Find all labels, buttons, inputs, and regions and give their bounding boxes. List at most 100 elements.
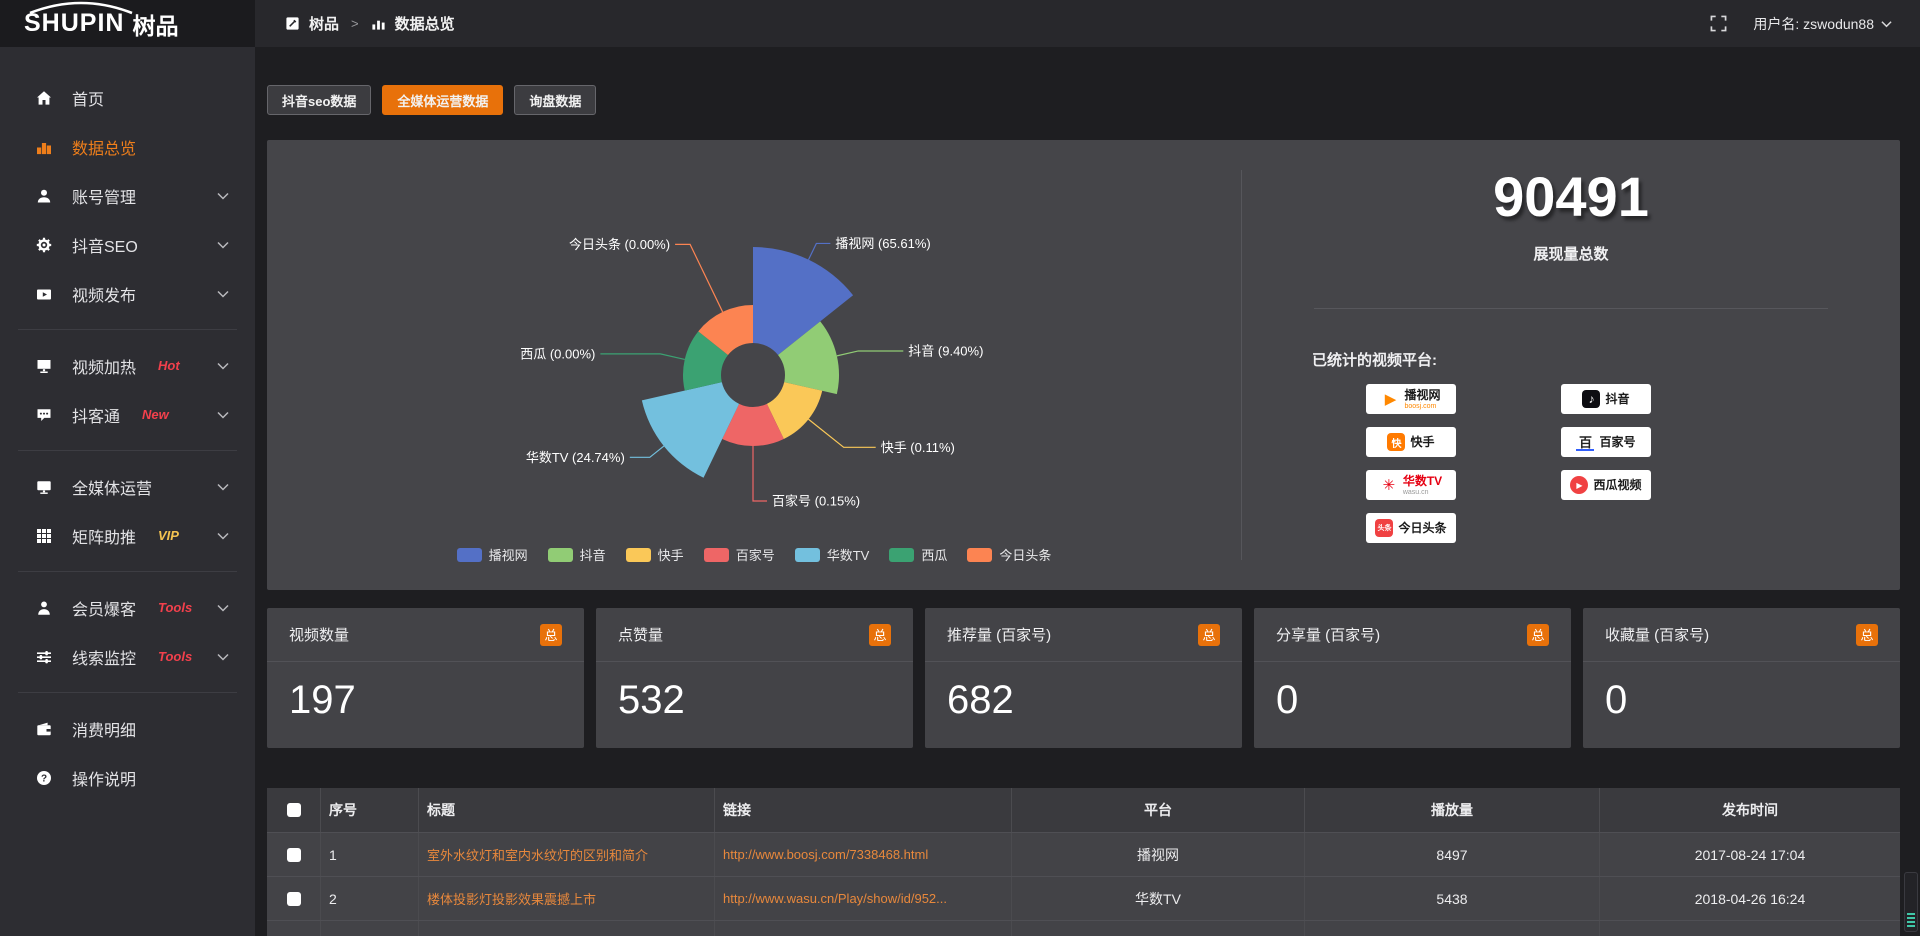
cell-url-link[interactable]: http://www.boosj.com/7338468.html <box>715 833 1012 876</box>
user-icon <box>36 188 52 204</box>
stat-card-4: 收藏量 (百家号)总0 <box>1583 608 1900 748</box>
stat-card-1: 点赞量总532 <box>596 608 913 748</box>
wasu-logo-icon: ✳ <box>1380 476 1398 494</box>
sidebar-item-0[interactable]: 首页 <box>0 73 255 122</box>
legend-item-1[interactable]: 抖音 <box>548 545 606 564</box>
sidebar-item-1[interactable]: 数据总览 <box>0 122 255 171</box>
cell-title-link[interactable]: 楼体投影灯投影效果震撼上市 <box>419 877 715 920</box>
tab-1[interactable]: 全媒体运营数据 <box>382 85 503 115</box>
chevron-down-icon <box>217 604 229 612</box>
pie-slice-4[interactable] <box>642 382 739 478</box>
sidebar-item-3[interactable]: 抖音SEO <box>0 220 255 269</box>
sidebar-item-7[interactable]: 全媒体运营 <box>0 462 255 511</box>
svg-text:?: ? <box>41 773 47 784</box>
legend-item-0[interactable]: 播视网 <box>457 545 528 564</box>
sidebar-item-8[interactable]: 矩阵助推VIP <box>0 511 255 560</box>
chevron-down-icon <box>217 483 229 491</box>
stat-card-title: 点赞量 <box>618 624 663 645</box>
pie-label-line <box>675 244 723 312</box>
sidebar-divider <box>18 329 237 330</box>
stat-card-value: 197 <box>267 662 584 723</box>
stat-card-title: 视频数量 <box>289 624 349 645</box>
column-header-4: 播放量 <box>1305 788 1600 832</box>
stat-card-title: 收藏量 (百家号) <box>1605 624 1709 645</box>
topbar-right: 用户名: zswodun88 <box>1710 14 1920 34</box>
sidebar-item-4[interactable]: 视频发布 <box>0 269 255 318</box>
legend-item-4[interactable]: 华数TV <box>795 545 870 564</box>
sidebar-item-5[interactable]: 视频加热Hot <box>0 341 255 390</box>
tab-bar: 抖音seo数据全媒体运营数据询盘数据 <box>267 85 1900 115</box>
summary-divider <box>1314 308 1827 309</box>
sidebar-badge-new: New <box>142 407 169 422</box>
sliders-icon <box>36 649 52 665</box>
cell-url-link[interactable]: http://www.wasu.cn/Play/show/id/952... <box>715 877 1012 920</box>
legend-item-6[interactable]: 今日头条 <box>967 545 1051 564</box>
stat-card-title: 分享量 (百家号) <box>1276 624 1380 645</box>
sidebar-badge-tools: Tools <box>158 600 192 615</box>
cell-time: 2017-08-24 17:04 <box>1600 833 1900 876</box>
table-header-row: 序号标题链接平台播放量发布时间 <box>267 788 1900 832</box>
sidebar-item-12[interactable]: ?操作说明 <box>0 753 255 802</box>
pie-label-line <box>837 351 903 356</box>
baijiahao-logo-icon: 百 <box>1576 433 1594 451</box>
platform-badge-toutiao: 头条今日头条 <box>1366 513 1456 543</box>
pie-label: 西瓜 (0.00%) <box>520 346 595 361</box>
chart-legend: 播视网 抖音 快手 百家号 华数TV 西瓜 今日头条 <box>267 545 1241 564</box>
row-checkbox[interactable] <box>287 892 301 906</box>
floating-widget[interactable] <box>1904 872 1918 932</box>
cell-plays: 5438 <box>1305 877 1600 920</box>
stat-card-value: 0 <box>1254 662 1571 723</box>
sidebar-item-2[interactable]: 账号管理 <box>0 171 255 220</box>
legend-item-5[interactable]: 西瓜 <box>889 545 947 564</box>
legend-swatch <box>795 548 820 562</box>
brand-logo[interactable]: SHUPIN 树品 <box>0 0 255 47</box>
sidebar-item-label: 会员爆客 <box>72 596 136 620</box>
legend-item-2[interactable]: 快手 <box>626 545 684 564</box>
sidebar-item-9[interactable]: 会员爆客 Tools <box>0 583 255 632</box>
chevron-down-icon <box>217 411 229 419</box>
chat-icon <box>36 407 52 423</box>
pie-label: 百家号 (0.15%) <box>772 494 860 509</box>
user-menu[interactable]: 用户名: zswodun88 <box>1753 14 1892 34</box>
total-badge: 总 <box>1527 624 1549 646</box>
tab-2[interactable]: 询盘数据 <box>514 85 596 115</box>
logo-arc-icon <box>26 1 136 15</box>
legend-item-3[interactable]: 百家号 <box>704 545 775 564</box>
column-header-0: 序号 <box>321 788 419 832</box>
cell-platform: 华数TV <box>1012 877 1305 920</box>
total-impressions-value: 90491 <box>1242 164 1900 229</box>
sidebar-item-label: 抖客通 <box>72 403 120 427</box>
header-checkbox-cell <box>267 788 321 832</box>
platform-name: 快手 <box>1410 436 1434 448</box>
breadcrumb: 树品 > 数据总览 <box>285 13 455 34</box>
platform-name: 百家号 <box>1599 436 1635 448</box>
stat-card-0: 视频数量总197 <box>267 608 584 748</box>
sidebar-item-label: 抖音SEO <box>72 233 138 257</box>
select-all-checkbox[interactable] <box>287 803 301 817</box>
sidebar-item-6[interactable]: 抖客通 New <box>0 390 255 439</box>
total-impressions-label: 展现量总数 <box>1242 243 1900 264</box>
pie-label: 华数TV (24.74%) <box>526 450 625 465</box>
sidebar-badge-tools: Tools <box>158 649 192 664</box>
cell-platform: 播视网 <box>1012 833 1305 876</box>
xigua-logo-icon: ▶ <box>1570 476 1588 494</box>
cell-title-link[interactable]: 室外水纹灯和室内水纹灯的区别和简介 <box>419 833 715 876</box>
sidebar-item-10[interactable]: 线索监控 Tools <box>0 632 255 681</box>
pie-label-line <box>753 446 767 501</box>
sidebar-item-label: 线索监控 <box>72 645 136 669</box>
legend-swatch <box>704 548 729 562</box>
home-icon <box>36 90 52 106</box>
sidebar-item-label: 矩阵助推 <box>72 524 136 548</box>
legend-swatch <box>548 548 573 562</box>
row-checkbox[interactable] <box>287 848 301 862</box>
tab-0[interactable]: 抖音seo数据 <box>267 85 371 115</box>
fullscreen-icon[interactable] <box>1710 15 1727 32</box>
row-checkbox-cell <box>267 877 321 920</box>
breadcrumb-current[interactable]: 数据总览 <box>395 13 455 34</box>
pie-label-line <box>809 419 876 447</box>
sidebar-item-label: 消费明细 <box>72 717 136 741</box>
brand-logo-text: SHUPIN <box>24 9 124 38</box>
sidebar-item-11[interactable]: 消费明细 <box>0 704 255 753</box>
pie-label: 今日头条 (0.00%) <box>569 237 670 252</box>
breadcrumb-home[interactable]: 树品 <box>309 13 339 34</box>
